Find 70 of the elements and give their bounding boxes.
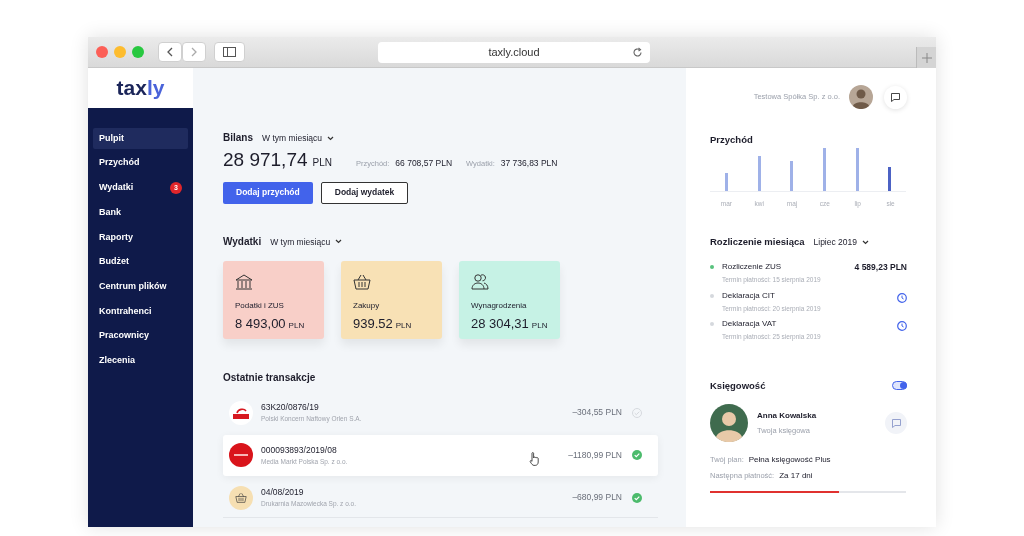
chevron-down-icon[interactable] bbox=[327, 135, 334, 141]
expense-amount: 37 736,83 PLN bbox=[500, 157, 558, 170]
period-dropdown[interactable]: W tym miesiącu bbox=[270, 235, 343, 249]
expense-card[interactable]: Podatki i ZUS 8 493,00 PLN bbox=[223, 260, 324, 339]
sidebar-item[interactable]: Przychód bbox=[93, 152, 188, 174]
section-title: Rozliczenie miesiąca bbox=[710, 235, 805, 249]
section-title: Ostatnie transakcje bbox=[223, 370, 317, 385]
transaction-amount: –680,99 PLN bbox=[572, 491, 622, 504]
expense-card[interactable]: Zakupy 939.52 PLN bbox=[341, 260, 442, 339]
period-dropdown[interactable]: Lipiec 2019 bbox=[813, 236, 869, 249]
settlement-title: Deklaracja VAT bbox=[722, 318, 778, 331]
settlement-amount: 4 589,23 PLN bbox=[854, 261, 907, 274]
transaction-amount: –304,55 PLN bbox=[572, 406, 622, 419]
section-title: Księgowość bbox=[710, 378, 766, 393]
transaction-amount: –1180,99 PLN bbox=[568, 448, 622, 462]
card-amount: 939.52 PLN bbox=[353, 314, 413, 333]
people-icon bbox=[471, 272, 489, 290]
action-button[interactable]: Dodaj wydatek bbox=[320, 181, 409, 204]
sidebar-item[interactable]: Pulpit bbox=[93, 128, 188, 149]
info-value: Pełna księgowość Plus bbox=[748, 454, 831, 466]
action-button[interactable]: Dodaj przychód bbox=[223, 181, 313, 204]
reload-icon[interactable] bbox=[632, 46, 643, 58]
bank-icon bbox=[235, 272, 253, 290]
basket-icon bbox=[235, 492, 247, 503]
period-dropdown[interactable]: W tym miesiącu bbox=[262, 132, 334, 145]
clock-icon bbox=[897, 292, 907, 303]
sidebar-item[interactable]: Kontrahenci bbox=[93, 300, 188, 322]
sidebar-item[interactable]: Bank bbox=[93, 202, 188, 224]
currency-label: PLN bbox=[312, 156, 332, 170]
sidebar-item[interactable]: Raporty bbox=[93, 226, 188, 248]
clock-icon bbox=[897, 321, 907, 332]
chevron-left-icon bbox=[167, 47, 173, 57]
settlement-title: Deklaracja CIT bbox=[722, 289, 776, 302]
chat-icon bbox=[891, 418, 901, 428]
url-text: taxly.cloud bbox=[488, 44, 540, 60]
transaction-number: 000093893/2019/08 bbox=[261, 443, 338, 457]
logo-text: taxly bbox=[116, 75, 165, 102]
settlement-title: Rozliczenie ZUS bbox=[722, 261, 783, 274]
income-amount: 66 708,57 PLN bbox=[395, 157, 453, 170]
sidebar-icon bbox=[223, 47, 236, 57]
pointer-cursor-icon bbox=[529, 451, 539, 466]
toggle-switch[interactable] bbox=[892, 381, 907, 391]
chevron-down-icon[interactable] bbox=[335, 239, 343, 245]
transaction-number: 04/08/2019 bbox=[261, 486, 305, 499]
sidebar-item[interactable]: Budżet bbox=[93, 251, 188, 273]
card-label: Wynagrodzenia bbox=[471, 299, 528, 312]
avatar[interactable] bbox=[710, 404, 748, 442]
avatar[interactable] bbox=[849, 85, 873, 109]
chevron-down-icon[interactable] bbox=[862, 239, 869, 245]
accountant-name: Anna Kowalska bbox=[757, 409, 817, 422]
sidebar-item[interactable]: Zlecenia bbox=[93, 350, 188, 372]
expense-card[interactable]: Wynagrodzenia 28 304,31 PLN bbox=[459, 260, 560, 339]
chevron-right-icon bbox=[191, 47, 197, 57]
balance-amount: 28 971,74 bbox=[223, 148, 308, 172]
sidebar-item[interactable]: Centrum plików bbox=[93, 276, 188, 298]
plus-icon bbox=[921, 52, 932, 63]
card-label: Zakupy bbox=[353, 299, 381, 312]
info-value: Za 17 dni bbox=[779, 470, 813, 482]
chat-icon bbox=[891, 92, 900, 102]
basket-icon bbox=[353, 272, 371, 290]
section-title: Bilans bbox=[223, 131, 253, 145]
sidebar-toggle-button[interactable] bbox=[214, 42, 245, 62]
card-label: Podatki i ZUS bbox=[235, 299, 285, 312]
card-amount: 28 304,31 PLN bbox=[471, 314, 548, 333]
section-title: Wydatki bbox=[223, 234, 262, 249]
address-bar[interactable]: taxly.cloud bbox=[378, 41, 650, 63]
section-title: Przychód bbox=[710, 133, 754, 147]
sidebar-item[interactable]: Pracownicy bbox=[93, 325, 188, 347]
card-amount: 8 493,00 PLN bbox=[235, 314, 306, 333]
transaction-number: 63K20/0876/19 bbox=[261, 401, 320, 414]
